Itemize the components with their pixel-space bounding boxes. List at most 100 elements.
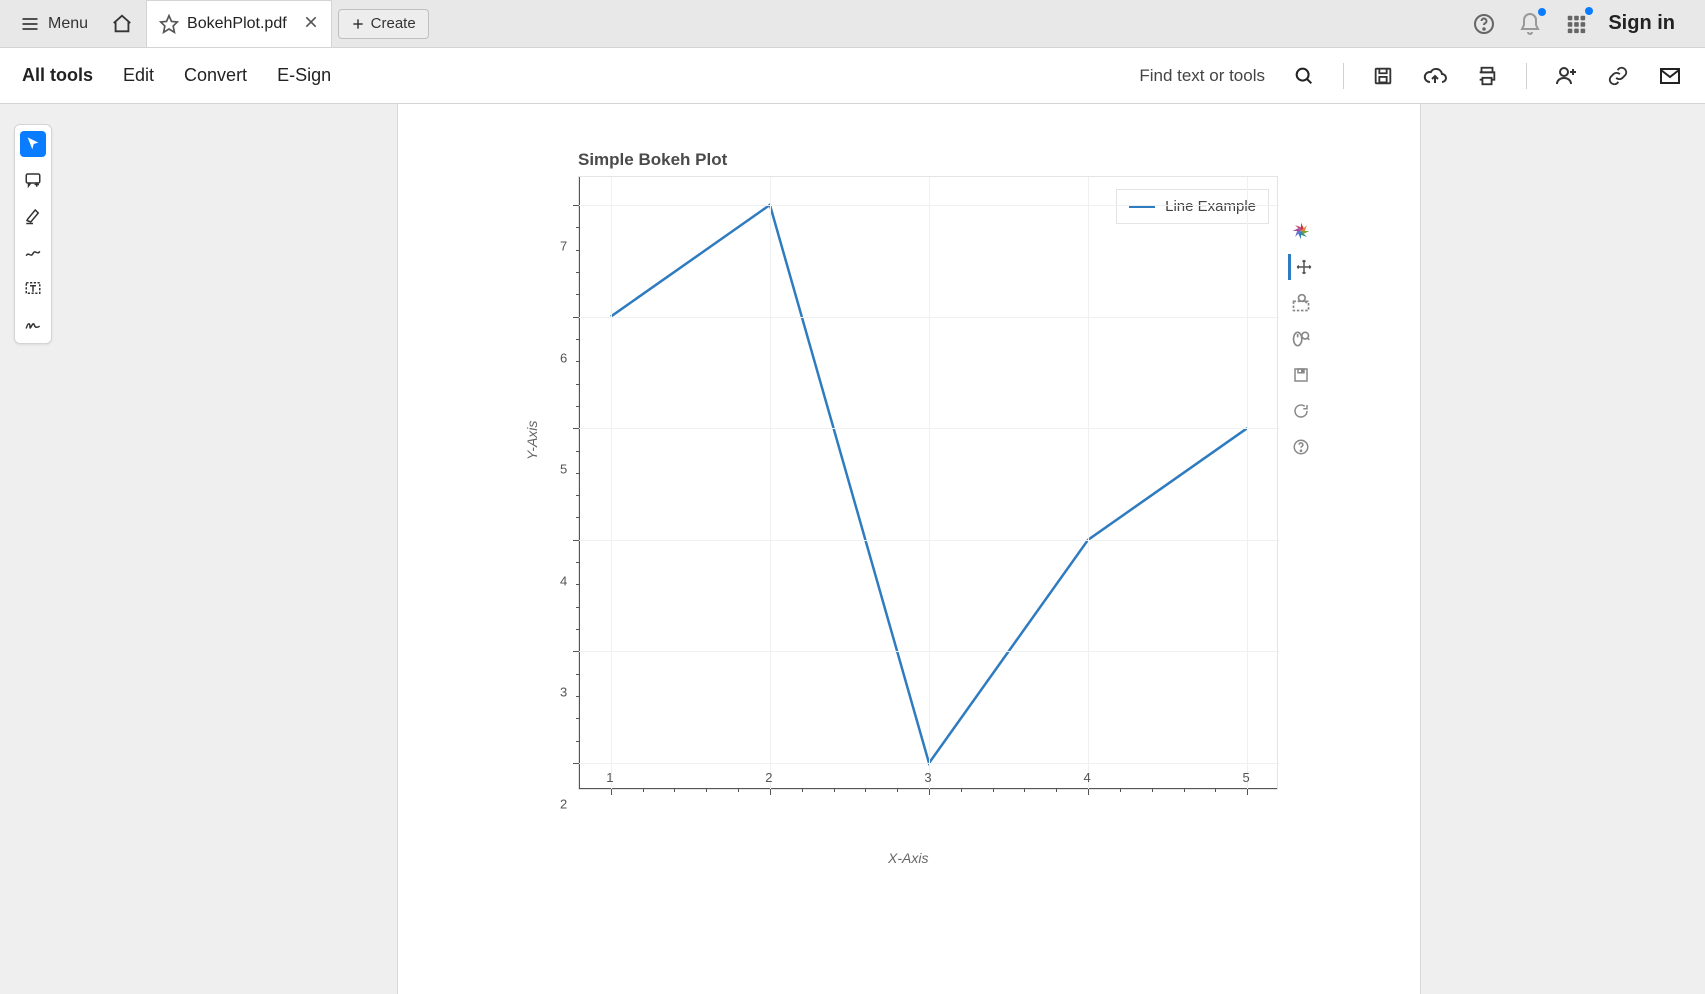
- y-tick-mark: [573, 651, 579, 652]
- home-button[interactable]: [104, 6, 140, 42]
- y-minor-tick: [576, 384, 579, 385]
- menu-button[interactable]: Menu: [10, 8, 98, 40]
- y-tick-mark: [573, 428, 579, 429]
- hamburger-icon: [20, 14, 40, 34]
- y-minor-tick: [576, 674, 579, 675]
- text-tool[interactable]: [20, 275, 46, 301]
- document-page: Simple Bokeh Plot Line Example Y-Axis X-…: [397, 104, 1421, 994]
- convert-menu[interactable]: Convert: [184, 65, 247, 86]
- bokeh-help-tool[interactable]: [1288, 434, 1314, 460]
- apps-notification-dot: [1585, 7, 1593, 15]
- x-tick-mark: [1247, 789, 1248, 795]
- y-minor-tick: [576, 451, 579, 452]
- x-minor-tick: [834, 789, 835, 792]
- find-label[interactable]: Find text or tools: [1139, 66, 1265, 86]
- menu-label: Menu: [48, 15, 88, 33]
- help-button[interactable]: [1470, 10, 1498, 38]
- y-minor-tick: [576, 339, 579, 340]
- bokeh-pan-tool[interactable]: [1288, 254, 1314, 280]
- apps-grid-icon: [1565, 13, 1587, 35]
- x-minor-tick: [865, 789, 866, 792]
- y-tick-label: 7: [560, 238, 602, 253]
- edit-menu[interactable]: Edit: [123, 65, 154, 86]
- notification-dot: [1538, 8, 1546, 16]
- signature-icon: [24, 315, 42, 333]
- x-tick-label: 1: [606, 770, 613, 785]
- y-minor-tick: [576, 294, 579, 295]
- plus-icon: [351, 17, 365, 31]
- y-minor-tick: [576, 495, 579, 496]
- close-tab-button[interactable]: [303, 14, 319, 35]
- highlight-tool[interactable]: [20, 203, 46, 229]
- print-icon: [1476, 65, 1498, 87]
- x-axis-label: X-Axis: [888, 850, 928, 866]
- help-circle-icon: [1292, 438, 1310, 456]
- reset-icon: [1292, 402, 1310, 420]
- grid-line-horizontal: [579, 763, 1279, 764]
- upload-button[interactable]: [1422, 63, 1448, 89]
- bokeh-box-zoom-tool[interactable]: [1288, 290, 1314, 316]
- link-button[interactable]: [1605, 63, 1631, 89]
- save-icon: [1372, 65, 1394, 87]
- apps-button[interactable]: [1562, 10, 1590, 38]
- star-icon[interactable]: [159, 14, 179, 34]
- x-minor-tick: [738, 789, 739, 792]
- link-icon: [1607, 65, 1629, 87]
- share-button[interactable]: [1553, 63, 1579, 89]
- grid-line-vertical: [770, 177, 771, 791]
- draw-icon: [24, 243, 42, 261]
- x-minor-tick: [961, 789, 962, 792]
- notifications-button[interactable]: [1516, 10, 1544, 38]
- toolbar: All tools Edit Convert E-Sign Find text …: [0, 48, 1705, 104]
- all-tools-menu[interactable]: All tools: [22, 65, 93, 86]
- wheel-zoom-icon: [1291, 329, 1311, 349]
- y-minor-tick: [576, 562, 579, 563]
- email-button[interactable]: [1657, 63, 1683, 89]
- draw-tool[interactable]: [20, 239, 46, 265]
- bokeh-toolbar: [1288, 218, 1314, 460]
- grid-line-vertical: [611, 177, 612, 791]
- sign-in-button[interactable]: Sign in: [1608, 12, 1675, 35]
- x-tick-label: 2: [765, 770, 772, 785]
- x-minor-tick: [897, 789, 898, 792]
- y-tick-label: 5: [560, 462, 602, 477]
- select-tool[interactable]: [20, 131, 46, 157]
- x-tick-mark: [770, 789, 771, 795]
- comment-tool[interactable]: [20, 167, 46, 193]
- create-button[interactable]: Create: [338, 9, 429, 39]
- x-minor-tick: [1056, 789, 1057, 792]
- esign-menu[interactable]: E-Sign: [277, 65, 331, 86]
- search-icon: [1293, 65, 1315, 87]
- plot-area[interactable]: Line Example: [578, 176, 1278, 790]
- y-minor-tick: [576, 227, 579, 228]
- bokeh-wheel-zoom-tool[interactable]: [1288, 326, 1314, 352]
- document-tab[interactable]: BokehPlot.pdf: [146, 0, 332, 47]
- help-icon: [1472, 12, 1496, 36]
- bokeh-logo-icon: [1290, 220, 1312, 242]
- print-button[interactable]: [1474, 63, 1500, 89]
- x-minor-tick: [993, 789, 994, 792]
- create-label: Create: [371, 15, 416, 32]
- y-minor-tick: [576, 406, 579, 407]
- x-minor-tick: [674, 789, 675, 792]
- x-minor-tick: [1184, 789, 1185, 792]
- bokeh-reset-tool[interactable]: [1288, 398, 1314, 424]
- bokeh-logo[interactable]: [1288, 218, 1314, 244]
- bokeh-save-tool[interactable]: [1288, 362, 1314, 388]
- y-tick-label: 3: [560, 685, 602, 700]
- y-minor-tick: [576, 607, 579, 608]
- y-tick-mark: [573, 317, 579, 318]
- pan-icon: [1295, 258, 1313, 276]
- chart-legend[interactable]: Line Example: [1116, 189, 1269, 224]
- search-button[interactable]: [1291, 63, 1317, 89]
- sign-tool[interactable]: [20, 311, 46, 337]
- save-button[interactable]: [1370, 63, 1396, 89]
- cursor-icon: [25, 136, 41, 152]
- y-tick-label: 6: [560, 350, 602, 365]
- share-user-icon: [1554, 64, 1578, 88]
- grid-line-horizontal: [579, 540, 1279, 541]
- tab-title: BokehPlot.pdf: [187, 15, 287, 33]
- box-zoom-icon: [1291, 293, 1311, 313]
- x-minor-tick: [643, 789, 644, 792]
- chart-root: Simple Bokeh Plot Line Example Y-Axis X-…: [508, 150, 1308, 790]
